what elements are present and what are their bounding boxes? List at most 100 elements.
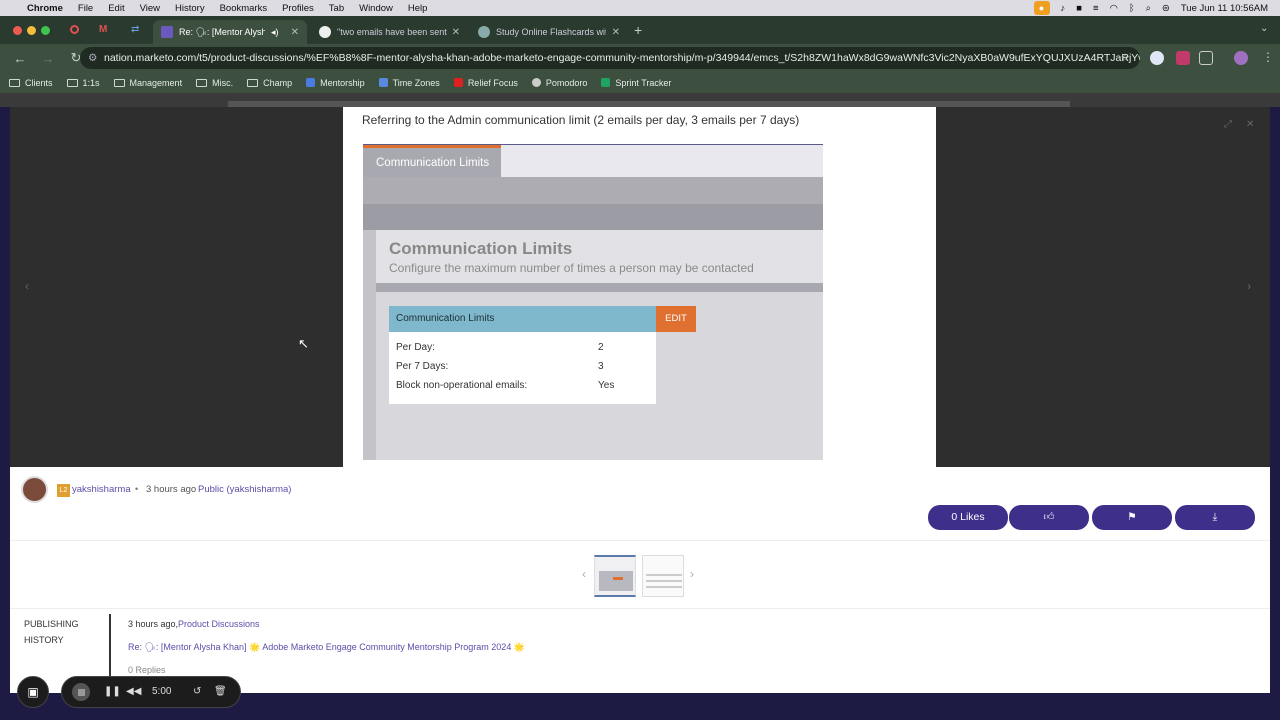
thumbnail-2[interactable]	[642, 555, 684, 597]
tab-flashcards[interactable]: Study Online Flashcards with ✕	[470, 20, 628, 44]
cl-card-title: Communication Limits	[389, 306, 656, 332]
extensions-puzzle-icon[interactable]	[1199, 51, 1213, 65]
extension-badge-icon[interactable]	[1176, 51, 1190, 65]
likes-button[interactable]: 0 Likes	[928, 505, 1008, 530]
doc-icon	[306, 78, 316, 87]
menu-profiles[interactable]: Profiles	[282, 3, 314, 14]
mic-icon[interactable]: ♪	[1061, 3, 1066, 14]
new-tab-icon[interactable]: +	[634, 22, 642, 38]
wifi-icon[interactable]: ◠	[1110, 3, 1118, 14]
bookmark-management[interactable]: Management	[113, 77, 183, 88]
speaker-icon[interactable]: ◂)	[271, 27, 279, 38]
bookmarks-bar: Clients 1:1s Management Misc. Champ Ment…	[0, 72, 1280, 93]
tab-search-icon[interactable]: ⌄	[1260, 23, 1268, 34]
download-icon: ⤓	[1212, 511, 1218, 523]
bookmark-label: Management	[129, 77, 183, 88]
screen-recorder-controls: ▣ ❚❚ ◀◀ 5:00 ↺ 🗑︎	[17, 676, 241, 708]
check-icon	[531, 78, 541, 87]
tab-title: Study Online Flashcards with	[496, 27, 606, 37]
menu-window[interactable]: Window	[359, 3, 393, 14]
download-button[interactable]: ⤓	[1175, 505, 1255, 530]
pinned-tab-recorder-icon[interactable]	[70, 25, 79, 34]
bluetooth-icon[interactable]: ᛒ	[1129, 3, 1135, 14]
bookmark-misc[interactable]: Misc.	[196, 78, 233, 88]
history-board-link[interactable]: Product Discussions	[178, 619, 260, 629]
bookmark-star-icon[interactable]: ☆	[1121, 47, 1130, 69]
profile-avatar-icon[interactable]	[1234, 51, 1248, 65]
menu-file[interactable]: File	[78, 3, 93, 14]
tab-title: "two emails have been sent t	[337, 27, 447, 37]
thumb-prev-icon[interactable]: ‹	[582, 567, 586, 581]
like-thumb-button[interactable]: 👍︎	[1009, 505, 1089, 530]
close-viewer-icon[interactable]: ✕	[1246, 119, 1254, 130]
per-day-value: 2	[598, 342, 604, 353]
tab-title: Re: 🗣: [Mentor Alysha Kh	[179, 26, 265, 37]
bookmark-pomodoro[interactable]: Pomodoro	[531, 78, 587, 88]
dropbox-icon[interactable]: ■	[1076, 3, 1082, 14]
menu-bookmarks[interactable]: Bookmarks	[220, 3, 268, 14]
search-icon[interactable]: ⌕	[1146, 3, 1151, 14]
menu-tab[interactable]: Tab	[329, 3, 344, 14]
menu-app-name[interactable]: Chrome	[27, 3, 63, 14]
bookmark-label: Champ	[263, 77, 293, 88]
bookmark-clients[interactable]: Clients	[9, 78, 53, 88]
trash-icon[interactable]: 🗑︎	[214, 686, 227, 697]
screenshot-image: Referring to the Admin communication lim…	[343, 107, 936, 467]
camera-icon[interactable]: ▣	[17, 676, 49, 708]
minimize-window-icon[interactable]	[27, 26, 36, 35]
tab-communication-limits: Communication Limits	[363, 145, 501, 178]
restart-icon[interactable]: ↺	[193, 686, 201, 697]
close-window-icon[interactable]	[13, 26, 22, 35]
url-bar[interactable]: ⚙ nation.marketo.com/t5/product-discussi…	[80, 47, 1140, 69]
menu-view[interactable]: View	[140, 3, 160, 14]
close-tab-icon[interactable]: ✕	[452, 27, 460, 38]
status-icons: ● ♪ ■ ≡ ◠ ᛒ ⌕ ⊜ Tue Jun 11 10:56AM	[1033, 1, 1268, 15]
pause-icon[interactable]: ❚❚	[104, 686, 121, 697]
control-center-icon[interactable]: ⊜	[1162, 3, 1170, 14]
bookmark-label: 1:1s	[82, 77, 100, 88]
menu-edit[interactable]: Edit	[108, 3, 124, 14]
back-icon[interactable]: ←	[12, 51, 28, 66]
visibility-link[interactable]: Public (yakshisharma)	[198, 484, 291, 495]
site-settings-icon[interactable]: ⚙	[88, 47, 97, 69]
thumb-next-icon[interactable]: ›	[690, 567, 694, 581]
bookmark-relief-focus[interactable]: Relief Focus	[453, 78, 518, 88]
thumbnail-1[interactable]	[594, 555, 636, 597]
close-tab-icon[interactable]: ✕	[291, 27, 299, 38]
browser-tabbar: M ⇄ Re: 🗣: [Mentor Alysha Kh ◂) ✕ "two e…	[0, 16, 1280, 44]
bookmark-1on1s[interactable]: 1:1s	[66, 77, 100, 88]
bookmark-sprint-tracker[interactable]: Sprint Tracker	[601, 78, 671, 88]
bookmark-champ[interactable]: Champ	[247, 78, 292, 88]
history-title-link[interactable]: Re: 🗣: [Mentor Alysha Khan] 🌟 Adobe Mark…	[128, 642, 525, 653]
cl-band	[363, 177, 823, 204]
folder-icon	[196, 78, 208, 87]
pinned-tab-app-icon[interactable]: ⇄	[131, 24, 139, 35]
report-button[interactable]: ⚑	[1092, 505, 1172, 530]
macos-menubar: Chrome File Edit View History Bookmarks …	[0, 0, 1280, 16]
clock-text[interactable]: Tue Jun 11 10:56AM	[1181, 3, 1268, 14]
avatar[interactable]	[21, 476, 48, 503]
forward-icon[interactable]: →	[40, 51, 56, 66]
stats-icon[interactable]: ≡	[1093, 3, 1099, 14]
cl-card: Communication Limits EDIT Per Day: 2 Per…	[389, 306, 696, 404]
bookmark-label: Misc.	[212, 77, 234, 88]
microphone-active-icon[interactable]: ●	[1033, 1, 1050, 15]
expand-icon[interactable]: ⤢	[1224, 119, 1232, 130]
author-link[interactable]: yakshisharma	[72, 484, 131, 495]
rewind-icon[interactable]: ◀◀	[126, 686, 141, 697]
maximize-window-icon[interactable]	[41, 26, 50, 35]
bookmark-mentorship[interactable]: Mentorship	[306, 78, 365, 88]
next-image-icon[interactable]: ›	[1247, 279, 1251, 293]
password-extension-icon[interactable]	[1150, 51, 1164, 65]
chrome-menu-icon[interactable]: ⋮	[1262, 50, 1274, 64]
prev-image-icon[interactable]: ‹	[25, 279, 29, 293]
bookmark-time-zones[interactable]: Time Zones	[378, 78, 440, 88]
close-tab-icon[interactable]: ✕	[612, 27, 620, 38]
stop-icon	[78, 689, 85, 696]
tab-two-emails[interactable]: "two emails have been sent t ✕	[311, 20, 468, 44]
menu-history[interactable]: History	[175, 3, 205, 14]
tab-mentor-alysha[interactable]: Re: 🗣: [Mentor Alysha Kh ◂) ✕	[153, 20, 307, 44]
menu-help[interactable]: Help	[408, 3, 428, 14]
pinned-tab-gmail-icon[interactable]: M	[99, 24, 107, 35]
per-day-label: Per Day:	[396, 342, 435, 353]
